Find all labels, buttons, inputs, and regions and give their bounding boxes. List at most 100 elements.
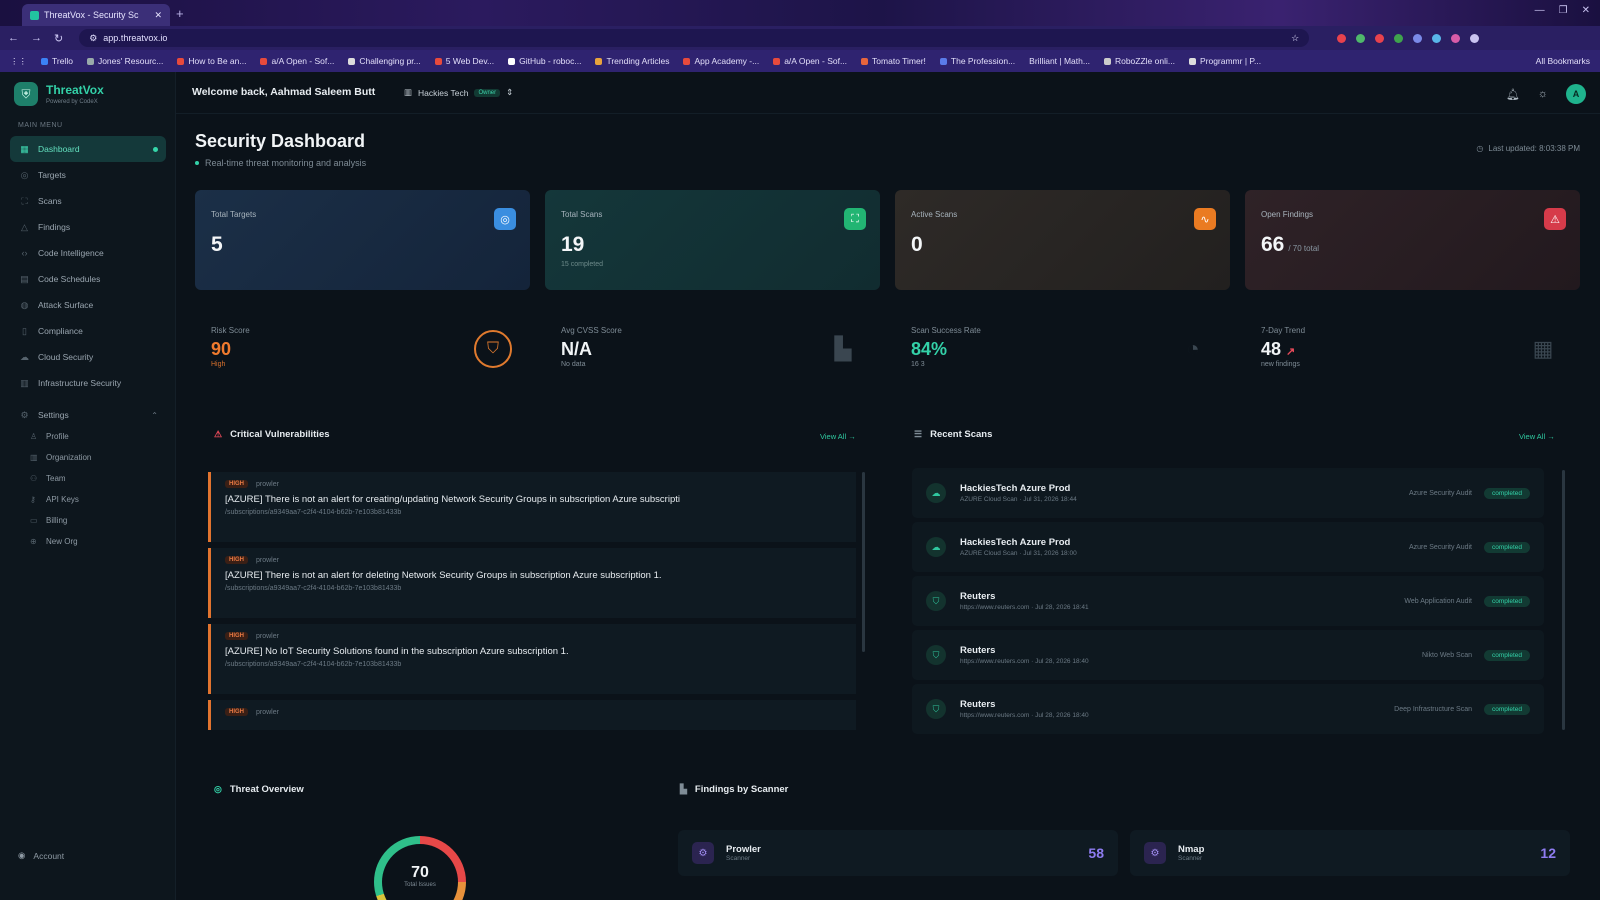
extension-icon[interactable] bbox=[1337, 33, 1347, 43]
sidebar-item-code-intelligence[interactable]: ‹› Code Intelligence bbox=[10, 240, 166, 266]
metric-value: 84% bbox=[911, 339, 948, 359]
gauge-total: 70 bbox=[411, 864, 429, 881]
sidebar-item-code-schedules[interactable]: ▤ Code Schedules bbox=[10, 266, 166, 292]
scan-name: HackiesTech Azure Prod bbox=[960, 537, 1071, 548]
severity-badge: HIGH bbox=[225, 556, 248, 564]
all-bookmarks[interactable]: All Bookmarks bbox=[1536, 56, 1590, 66]
tab-favicon-icon bbox=[30, 10, 39, 20]
scan-row[interactable]: ⛉ Reuters https://www.reuters.com · Jul 2… bbox=[912, 630, 1544, 680]
sidebar-item-findings[interactable]: △ Findings bbox=[10, 214, 166, 240]
card-total-targets[interactable]: Total Targets 5 ◎ bbox=[195, 190, 530, 290]
vuln-item[interactable]: HIGH prowler [AZURE] No IoT Security Solu… bbox=[208, 624, 856, 694]
brand-logo[interactable]: ⛨ ThreatVox Powered by CodeX bbox=[14, 82, 104, 106]
profile-icon[interactable] bbox=[1470, 33, 1480, 43]
bookmark[interactable]: Trello bbox=[41, 56, 73, 66]
address-bar[interactable]: ⚙ app.threatvox.io ☆ bbox=[79, 29, 1310, 47]
scan-row[interactable]: ☁ HackiesTech Azure Prod AZURE Cloud Scan… bbox=[912, 468, 1544, 518]
bookmark[interactable]: Tomato Timer! bbox=[861, 56, 926, 66]
back-icon[interactable]: ← bbox=[8, 32, 19, 44]
critical-scrollbar[interactable] bbox=[862, 472, 865, 652]
close-tab-icon[interactable]: ✕ bbox=[154, 10, 162, 21]
sun-icon[interactable]: ☼ bbox=[1538, 88, 1548, 100]
vuln-item[interactable]: HIGH prowler [AZURE] There is not an aler… bbox=[208, 548, 856, 618]
bookmark[interactable]: Brilliant | Math... bbox=[1029, 56, 1090, 66]
sidebar-item-compliance[interactable]: ▯ Compliance bbox=[10, 318, 166, 344]
recent-scrollbar[interactable] bbox=[1562, 470, 1565, 730]
account-link[interactable]: ◉ Account bbox=[18, 850, 64, 861]
extension-icon[interactable] bbox=[1413, 33, 1423, 43]
new-tab-icon[interactable]: + bbox=[176, 6, 184, 21]
sidebar-item-targets[interactable]: ◎ Targets bbox=[10, 162, 166, 188]
sidebar-subitem-team[interactable]: ⚇ Team bbox=[30, 468, 91, 489]
extension-icon[interactable] bbox=[1356, 33, 1366, 43]
sidebar-subitem-new-org[interactable]: ⊕ New Org bbox=[30, 531, 91, 552]
card-label: Open Findings bbox=[1261, 210, 1314, 219]
bookmark[interactable]: Jones' Resourc... bbox=[86, 56, 163, 66]
bookmark[interactable]: a/A Open - Sof... bbox=[773, 56, 847, 66]
extension-icon[interactable] bbox=[1375, 33, 1385, 43]
scanner-icon: ⚙ bbox=[692, 842, 714, 864]
sidebar-item-infrastructure-security[interactable]: ▥ Infrastructure Security bbox=[10, 370, 166, 396]
bookmark[interactable]: The Profession... bbox=[939, 56, 1015, 66]
bookmark-star-icon[interactable]: ☆ bbox=[1291, 33, 1299, 44]
extension-icon[interactable] bbox=[1451, 33, 1461, 43]
browser-tab[interactable]: ThreatVox - Security Sc ✕ bbox=[22, 4, 170, 26]
org-switcher[interactable]: ▥ Hackies Tech Owner ⇕ bbox=[404, 87, 513, 98]
list-icon: ☰ bbox=[914, 429, 923, 439]
avatar[interactable]: A bbox=[1566, 84, 1586, 104]
status-badge: completed bbox=[1484, 649, 1530, 661]
sidebar-item-scans[interactable]: ⛶ Scans bbox=[10, 188, 166, 214]
recent-view-all-link[interactable]: View All → bbox=[1519, 432, 1555, 441]
scanner-count: 12 bbox=[1540, 845, 1556, 861]
bookmark[interactable]: Programmr | P... bbox=[1188, 56, 1261, 66]
reload-icon[interactable]: ↻ bbox=[54, 32, 63, 45]
minimize-icon[interactable]: — bbox=[1535, 5, 1545, 16]
gear-icon: ⚙ bbox=[20, 409, 29, 420]
bookmark[interactable]: 5 Web Dev... bbox=[434, 56, 494, 66]
bookmark[interactable]: RoboZZle onli... bbox=[1103, 56, 1175, 66]
scan-meta: https://www.reuters.com · Jul 28, 2026 1… bbox=[960, 712, 1089, 719]
metric-note: No data bbox=[561, 361, 586, 368]
sidebar-subitem-organization[interactable]: ▥ Organization bbox=[30, 447, 91, 468]
card-open-findings[interactable]: Open Findings 66/ 70 total ⚠ bbox=[1245, 190, 1580, 290]
card-active-scans[interactable]: Active Scans 0 ∿ bbox=[895, 190, 1230, 290]
sidebar-item-dashboard[interactable]: ▦ Dashboard bbox=[10, 136, 166, 162]
pie-chart-icon: ◔ bbox=[1186, 336, 1200, 361]
apps-icon[interactable]: ⋮⋮ bbox=[10, 56, 27, 67]
bookmark[interactable]: GitHub - roboc... bbox=[508, 56, 581, 66]
maximize-icon[interactable]: ❐ bbox=[1559, 5, 1568, 16]
vuln-item[interactable]: HIGH prowler [AZURE] There is not an aler… bbox=[208, 472, 856, 542]
bell-icon[interactable]: 🔔︎ bbox=[1506, 88, 1520, 101]
sidebar-item-cloud-security[interactable]: ☁ Cloud Security bbox=[10, 344, 166, 370]
card-total-scans[interactable]: Total Scans 19 15 completed ⛶ bbox=[545, 190, 880, 290]
source-label: prowler bbox=[256, 556, 279, 564]
sidebar-subitem-profile[interactable]: ♙ Profile bbox=[30, 426, 91, 447]
sidebar-subitem-api-keys[interactable]: ⚷ API Keys bbox=[30, 489, 91, 510]
sidebar-item-attack-surface[interactable]: ◍ Attack Surface bbox=[10, 292, 166, 318]
forward-icon[interactable]: → bbox=[31, 32, 42, 44]
scan-type: Azure Security Audit bbox=[1408, 489, 1472, 497]
scan-row[interactable]: ⛉ Reuters https://www.reuters.com · Jul 2… bbox=[912, 684, 1544, 734]
bookmark[interactable]: How to Be an... bbox=[177, 56, 246, 66]
metric-label: 7-Day Trend bbox=[1261, 326, 1306, 335]
bookmark[interactable]: Trending Articles bbox=[595, 56, 669, 66]
brand-subtitle: Powered by CodeX bbox=[46, 99, 98, 105]
metric-label: Scan Success Rate bbox=[911, 326, 981, 335]
scanner-row-prowler[interactable]: ⚙ Prowler Scanner 58 bbox=[678, 830, 1118, 876]
sidebar-item-settings[interactable]: ⚙ Settings ⌃ bbox=[10, 402, 166, 428]
bookmark[interactable]: App Academy -... bbox=[683, 56, 759, 66]
bookmark[interactable]: a/A Open - Sof... bbox=[260, 56, 334, 66]
user-icon: ♙ bbox=[30, 432, 38, 441]
vuln-item[interactable]: HIGH prowler bbox=[208, 700, 856, 730]
close-window-icon[interactable]: ✕ bbox=[1582, 5, 1590, 16]
scanner-row-nmap[interactable]: ⚙ Nmap Scanner 12 bbox=[1130, 830, 1570, 876]
site-info-icon[interactable]: ⚙ bbox=[89, 33, 97, 44]
bookmark[interactable]: Challenging pr... bbox=[348, 56, 421, 66]
scan-row[interactable]: ☁ HackiesTech Azure Prod AZURE Cloud Scan… bbox=[912, 522, 1544, 572]
sidebar-subitem-billing[interactable]: ▭ Billing bbox=[30, 510, 91, 531]
scan-row[interactable]: ⛉ Reuters https://www.reuters.com · Jul 2… bbox=[912, 576, 1544, 626]
bar-chart-icon: ▙ bbox=[680, 784, 687, 794]
extension-icon[interactable] bbox=[1432, 33, 1442, 43]
extension-icon[interactable] bbox=[1394, 33, 1404, 43]
critical-view-all-link[interactable]: View All → bbox=[820, 432, 856, 441]
